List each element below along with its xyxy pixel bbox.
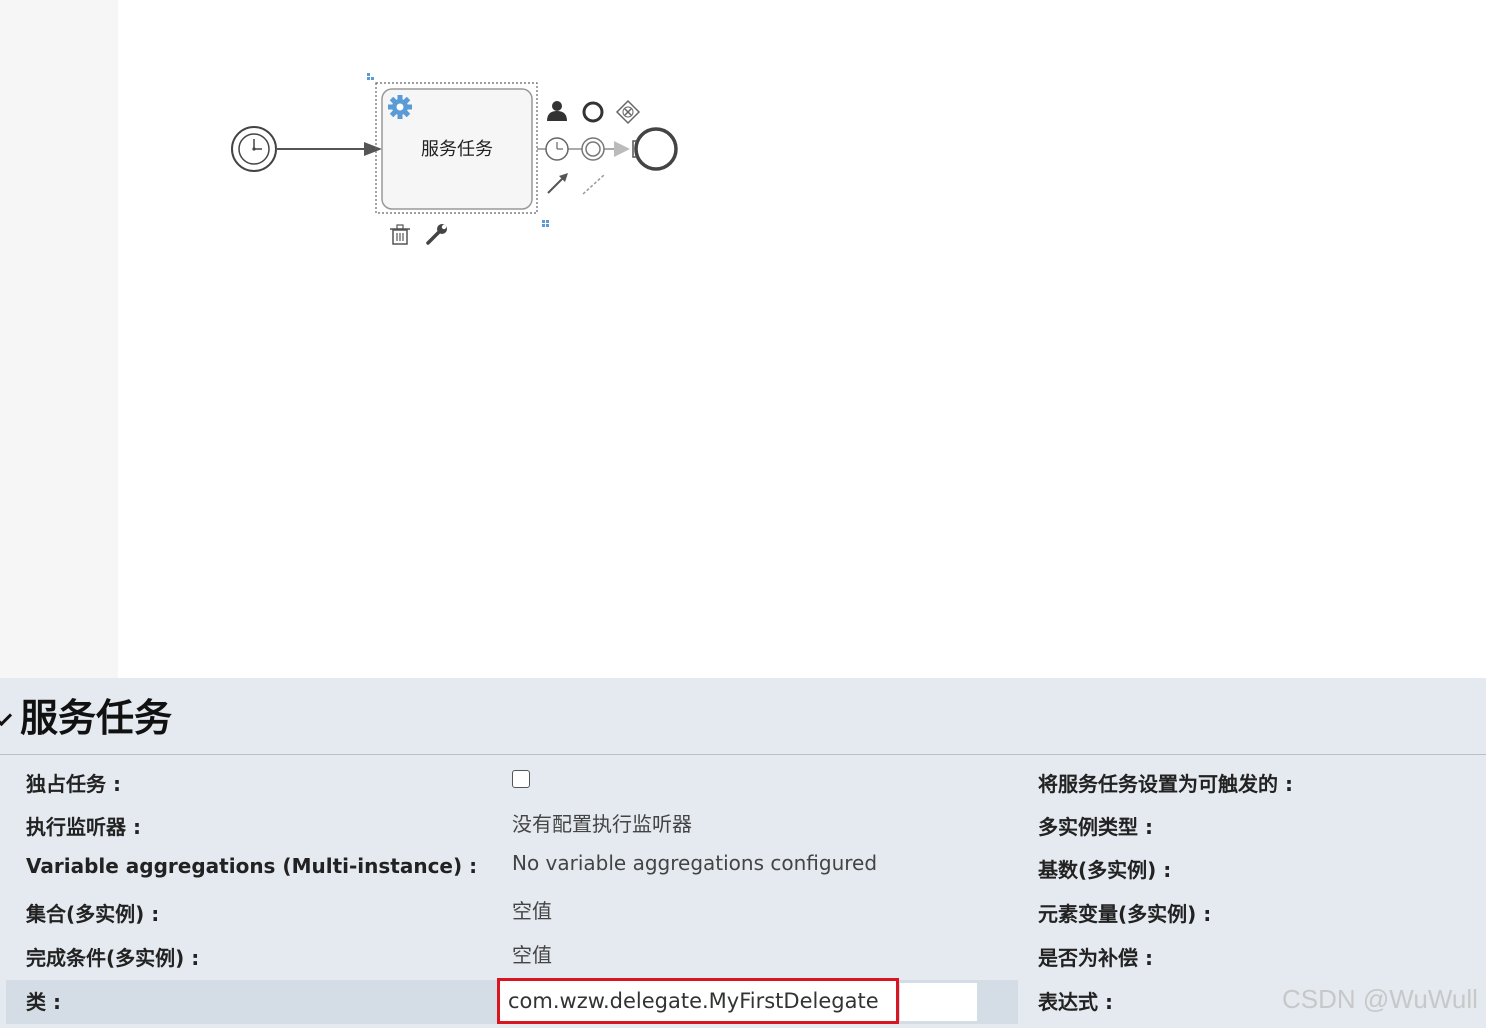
watermark: CSDN @WuWull bbox=[1282, 984, 1478, 1014]
variable-aggregations-label: Variable aggregations (Multi-instance) : bbox=[26, 854, 478, 878]
user-task-icon[interactable] bbox=[547, 101, 567, 121]
outgoing-arrow bbox=[614, 141, 630, 157]
timer-start-event[interactable] bbox=[231, 126, 277, 172]
class-input[interactable] bbox=[508, 985, 888, 1017]
expression-label: 表达式 : bbox=[1038, 990, 1113, 1014]
exclusive-gateway-icon[interactable] bbox=[615, 99, 641, 125]
end-event-icon[interactable] bbox=[582, 101, 604, 123]
class-label: 类 : bbox=[26, 990, 61, 1014]
multi-instance-type-label: 多实例类型 : bbox=[1038, 815, 1153, 839]
exclusive-label: 独占任务 : bbox=[26, 772, 121, 796]
class-input-highlight bbox=[497, 978, 899, 1024]
sequence-flow[interactable] bbox=[276, 142, 382, 156]
is-compensation-label: 是否为补偿 : bbox=[1038, 946, 1153, 970]
exclusive-checkbox[interactable] bbox=[512, 770, 530, 788]
class-input-extension bbox=[900, 983, 977, 1021]
connect-arrow-icon[interactable] bbox=[547, 173, 568, 194]
execution-listeners-value[interactable]: 没有配置执行监听器 bbox=[512, 808, 692, 837]
resize-handle-top[interactable] bbox=[367, 73, 374, 80]
palette-panel bbox=[0, 0, 118, 678]
execution-listeners-label: 执行监听器 : bbox=[26, 815, 141, 839]
service-task-label: 服务任务 bbox=[421, 139, 493, 160]
collection-value[interactable]: 空值 bbox=[512, 895, 552, 924]
timer-event-icon[interactable] bbox=[545, 137, 569, 161]
end-event[interactable] bbox=[634, 127, 678, 171]
diagram-svg bbox=[231, 73, 678, 245]
completion-condition-value[interactable]: 空值 bbox=[512, 939, 552, 968]
bpmn-canvas[interactable]: 服务任务 bbox=[118, 0, 1486, 678]
collection-label: 集合(多实例) : bbox=[26, 902, 160, 926]
triggerable-label: 将服务任务设置为可触发的 : bbox=[1038, 772, 1293, 796]
intermediate-event-icon[interactable] bbox=[581, 137, 605, 161]
properties-title: 服务任务 bbox=[20, 696, 173, 740]
completion-condition-label: 完成条件(多实例) : bbox=[26, 946, 200, 970]
divider bbox=[0, 754, 1486, 755]
resize-handle-bottom[interactable] bbox=[542, 220, 549, 227]
element-variable-label: 元素变量(多实例) : bbox=[1038, 902, 1212, 926]
wrench-icon[interactable] bbox=[426, 224, 447, 245]
association-icon[interactable] bbox=[582, 174, 605, 195]
cardinality-label: 基数(多实例) : bbox=[1038, 858, 1172, 882]
variable-aggregations-value[interactable]: No variable aggregations configured bbox=[512, 851, 877, 875]
delete-icon[interactable] bbox=[390, 224, 410, 245]
